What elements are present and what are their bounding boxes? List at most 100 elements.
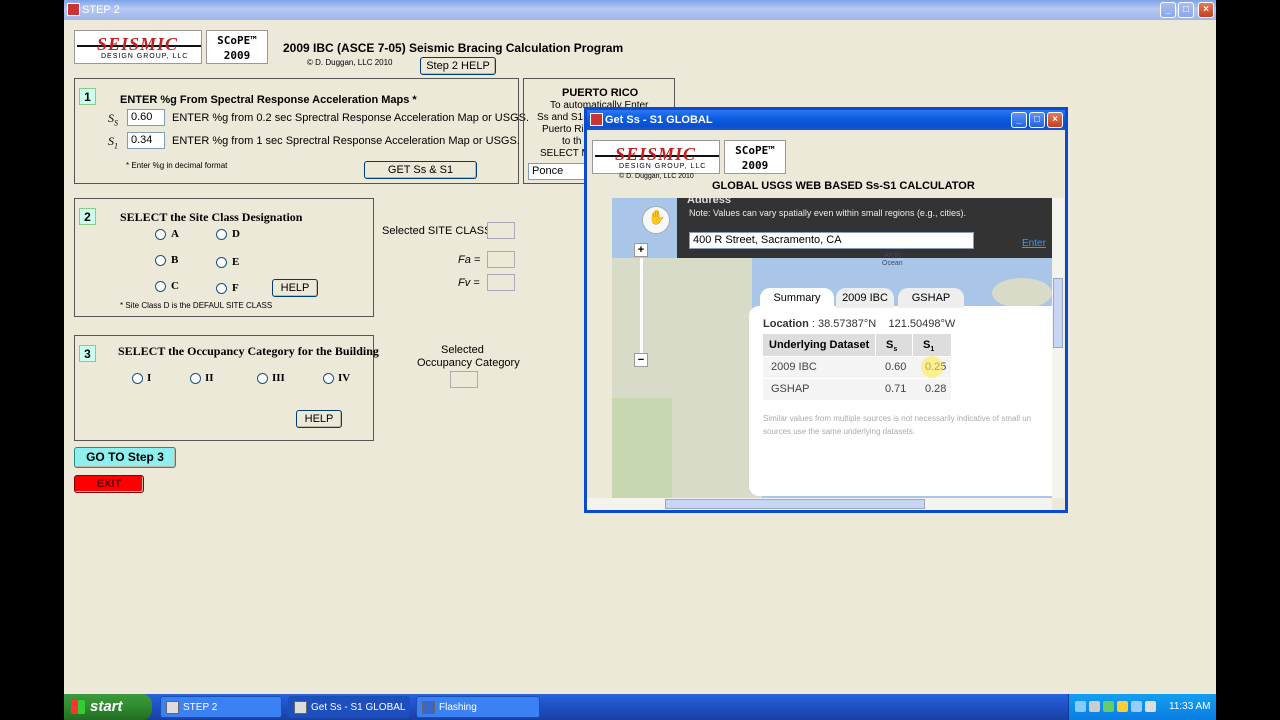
section-1-title: ENTER %g From Spectral Response Accelera… [120, 94, 417, 106]
site-class-d-label: D [232, 228, 240, 240]
site-class-f-radio[interactable] [216, 283, 227, 294]
volume-icon[interactable] [1145, 701, 1156, 712]
tab-summary[interactable]: Summary [760, 288, 834, 308]
selected-occupancy-label-1: Selected [441, 344, 484, 356]
network-icon[interactable] [1075, 701, 1086, 712]
tray-icon[interactable] [1103, 701, 1114, 712]
ss-description: ENTER %g from 0.2 sec Sprectral Response… [172, 112, 530, 124]
tab-2009-ibc[interactable]: 2009 IBC [836, 288, 894, 308]
map-view[interactable]: ✋ + − Address Note: Values can vary spat… [612, 198, 1052, 498]
header-dataset: Underlying Dataset [763, 334, 875, 356]
pr-line: Puerto Ri [542, 124, 584, 135]
site-class-e-radio[interactable] [216, 257, 227, 268]
ss-input[interactable]: 0.60 [127, 109, 165, 126]
taskbar-item-get-ss-s1[interactable]: Get Ss - S1 GLOBAL [288, 696, 410, 718]
section-3-title: SELECT the Occupancy Category for the Bu… [118, 344, 379, 358]
minimize-button[interactable]: _ [1160, 2, 1176, 18]
exit-button[interactable]: EXIT [74, 475, 144, 493]
taskbar-item-flashing[interactable]: Flashing [416, 696, 540, 718]
scope-logo: SCoPE™ 2009 [206, 30, 268, 64]
section-2-title: SELECT the Site Class Designation [120, 210, 303, 224]
fv-box [487, 274, 515, 291]
popup-seismic-logo: SEISMIC DESIGN GROUP, LLC [592, 140, 720, 174]
tab-gshap[interactable]: GSHAP [898, 288, 964, 308]
occupancy-iii-radio[interactable] [257, 373, 268, 384]
popup-logo-brand: SEISMIC [615, 144, 697, 164]
selected-site-class-label: Selected SITE CLASS [382, 225, 492, 237]
popup-minimize-button[interactable]: _ [1011, 112, 1027, 128]
popup-close-button[interactable]: × [1047, 112, 1063, 128]
tray-icon[interactable] [1117, 701, 1128, 712]
taskbar-item-step2[interactable]: STEP 2 [160, 696, 282, 718]
decimal-note: * Enter %g in decimal format [126, 161, 228, 170]
address-input[interactable]: 400 R Street, Sacramento, CA [689, 232, 974, 249]
site-class-c-radio[interactable] [155, 281, 166, 292]
occupancy-iv-radio[interactable] [323, 373, 334, 384]
logo-brand: SEISMIC [97, 34, 179, 54]
cell-ss: 0.60 [885, 361, 907, 373]
close-button[interactable]: × [1198, 2, 1214, 18]
site-class-a-radio[interactable] [155, 229, 166, 240]
seismic-logo: SEISMIC DESIGN GROUP, LLC [74, 30, 202, 64]
address-label: Address [687, 198, 732, 206]
occupancy-ii-radio[interactable] [190, 373, 201, 384]
step-number-2: 2 [79, 208, 96, 225]
popup-title-bar[interactable]: Get Ss - S1 GLOBAL _ □ × [587, 110, 1065, 130]
pr-line: to th [562, 136, 582, 147]
task-label: Get Ss - S1 GLOBAL [311, 702, 406, 713]
start-label: start [90, 698, 123, 715]
maximize-button[interactable]: □ [1178, 2, 1194, 18]
tray-icon[interactable] [1131, 701, 1142, 712]
s1-description: ENTER %g from 1 sec Sprectral Response A… [172, 135, 520, 147]
hand-icon: ✋ [648, 209, 666, 225]
vertical-scroll-thumb[interactable] [1053, 278, 1063, 348]
task-icon [166, 701, 179, 714]
tray-icon[interactable] [1089, 701, 1100, 712]
puerto-rico-select[interactable]: Ponce [528, 163, 588, 180]
occupancy-help-button[interactable]: HELP [296, 410, 342, 428]
horizontal-scroll-thumb[interactable] [665, 499, 925, 509]
s1-input[interactable]: 0.34 [127, 132, 165, 149]
enter-link[interactable]: Enter [1022, 238, 1046, 249]
ss-label: SS [108, 111, 118, 128]
step2-help-button[interactable]: Step 2 HELP [420, 57, 496, 75]
site-class-a-label: A [171, 228, 179, 240]
site-class-b-radio[interactable] [155, 255, 166, 266]
fa-label: Fa = [458, 254, 481, 266]
popup-scope-year: 2009 [741, 159, 769, 172]
fv-label: Fv = [458, 277, 480, 289]
site-class-help-button[interactable]: HELP [272, 279, 318, 297]
selected-site-class-box [487, 222, 515, 239]
task-icon [422, 701, 435, 714]
site-class-d-radio[interactable] [216, 229, 227, 240]
disclaimer-line: sources use the same underlying datasets… [763, 427, 916, 436]
cell-dataset: 2009 IBC [771, 361, 817, 373]
popup-scope-logo: SCoPE™ 2009 [724, 140, 786, 174]
disclaimer-line: Similar values from multiple sources is … [763, 414, 1032, 423]
vertical-scrollbar[interactable] [1052, 198, 1064, 498]
pr-line: Ss and S1 [537, 112, 584, 123]
summary-panel: Location : 38.57387°N 121.50498°W Underl… [749, 306, 1052, 496]
zoom-out-button[interactable]: − [634, 353, 648, 367]
app-icon [67, 3, 80, 16]
occupancy-i-radio[interactable] [132, 373, 143, 384]
popup-maximize-button[interactable]: □ [1029, 112, 1045, 128]
start-button[interactable]: start [64, 694, 152, 720]
site-class-b-label: B [171, 254, 179, 266]
copyright: © D. Duggan, LLC 2010 [307, 58, 393, 67]
system-tray: 11:33 AM [1068, 694, 1216, 720]
table-row: GSHAP 0.71 0.28 [763, 379, 951, 400]
zoom-in-button[interactable]: + [634, 243, 648, 257]
go-to-step3-button[interactable]: GO TO Step 3 [74, 447, 176, 468]
get-ss-s1-button[interactable]: GET Ss & S1 [364, 161, 477, 179]
popup-app-icon [590, 113, 603, 126]
popup-title: Get Ss - S1 GLOBAL [605, 114, 713, 126]
horizontal-scrollbar[interactable] [587, 498, 1052, 510]
address-note: Note: Values can vary spatially even wit… [689, 208, 966, 218]
site-class-f-label: F [232, 282, 239, 294]
popup-heading: GLOBAL USGS WEB BASED Ss-S1 CALCULATOR [712, 180, 975, 192]
zoom-slider[interactable] [640, 258, 643, 353]
get-ss-s1-dialog: Get Ss - S1 GLOBAL _ □ × SEISMIC DESIGN … [584, 107, 1068, 513]
main-title-bar[interactable]: STEP 2 _ □ × [64, 0, 1216, 20]
cursor-highlight [921, 356, 943, 378]
